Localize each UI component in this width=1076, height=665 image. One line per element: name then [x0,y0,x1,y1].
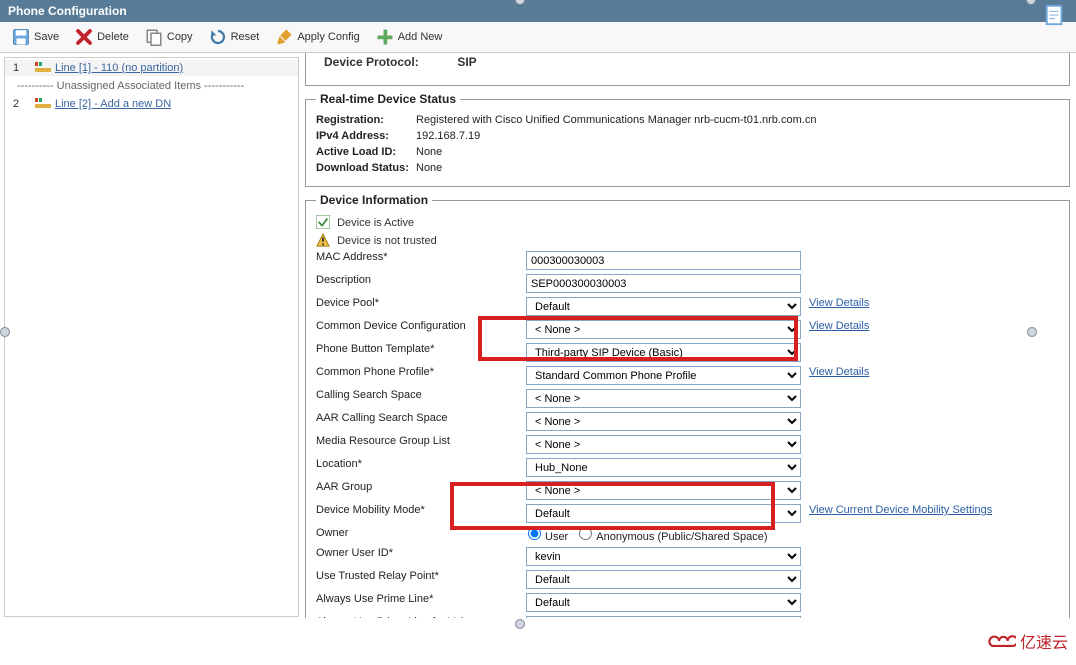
aupl-label: Always Use Prime Line* [316,593,526,612]
owner-label: Owner [316,527,526,543]
description-input[interactable] [526,274,801,293]
devicepool-select[interactable]: Default [526,297,801,316]
owner-user-radio[interactable] [528,527,541,540]
realtime-status-panel: Real-time Device Status Registration:Reg… [305,92,1070,187]
window-title: Phone Configuration [0,0,1076,22]
download-label: Download Status: [316,162,416,174]
owner-anon-label: Anonymous (Public/Shared Space) [596,531,767,543]
x-icon [75,28,93,46]
aarcss-label: AAR Calling Search Space [316,412,526,431]
line-row: 1 Line [1] - 110 (no partition) [5,60,298,76]
reset-icon [209,28,227,46]
auplvm-select[interactable]: Default [526,616,801,618]
line-row: 2 Line [2] - Add a new DN [5,96,298,112]
line-icon [33,62,55,74]
pencil-icon [275,28,293,46]
watermark-icon [988,631,1016,651]
save-button[interactable]: Save [6,26,65,48]
aargroup-select[interactable]: < None > [526,481,801,500]
plus-icon [376,28,394,46]
utrp-label: Use Trusted Relay Point* [316,570,526,589]
owner-anon-radio[interactable] [579,527,592,540]
dmm-label: Device Mobility Mode* [316,504,526,523]
row-number: 2 [13,98,33,110]
resize-handle[interactable] [0,327,10,337]
activeload-value: None [416,146,1059,158]
registration-label: Registration: [316,114,416,126]
description-label: Description [316,274,526,293]
view-mobility-link[interactable]: View Current Device Mobility Settings [809,504,992,523]
row-number: 1 [13,62,33,74]
pbt-label: Phone Button Template* [316,343,526,362]
document-icon [1044,4,1066,29]
warning-icon [316,235,334,247]
pbt-select[interactable]: Third-party SIP Device (Basic) [526,343,801,362]
activeload-label: Active Load ID: [316,146,416,158]
css-label: Calling Search Space [316,389,526,408]
aargroup-label: AAR Group [316,481,526,500]
location-select[interactable]: Hub_None [526,458,801,477]
copy-icon [145,28,163,46]
registration-value: Registered with Cisco Unified Communicat… [416,114,1059,126]
toolbar: Save Delete Copy Reset Apply Config Add … [0,22,1076,53]
resize-handle[interactable] [515,619,525,629]
reset-button[interactable]: Reset [203,26,266,48]
mac-label: MAC Address* [316,251,526,270]
copy-button[interactable]: Copy [139,26,199,48]
download-value: None [416,162,1059,174]
apply-config-button[interactable]: Apply Config [269,26,365,48]
protocol-label: Device Protocol: [324,55,454,69]
association-panel: 1 Line [1] - 110 (no partition) --------… [4,57,299,617]
add-dn-link[interactable]: Line [2] - Add a new DN [55,98,171,110]
device-active-label: Device is Active [337,217,414,229]
content-panel: Device Protocol: SIP Real-time Device St… [299,53,1076,618]
realtime-legend: Real-time Device Status [316,92,460,106]
check-icon [316,217,334,229]
view-details-link[interactable]: View Details [809,366,869,385]
add-new-button[interactable]: Add New [370,26,449,48]
devicepool-label: Device Pool* [316,297,526,316]
disk-icon [12,28,30,46]
protocol-value: SIP [457,55,476,69]
css-select[interactable]: < None > [526,389,801,408]
watermark: 亿速云 [988,629,1068,653]
device-info-panel: Device Information Device is Active Devi… [305,193,1070,618]
aupl-select[interactable]: Default [526,593,801,612]
unassigned-label: ---------- Unassigned Associated Items -… [5,76,298,96]
location-label: Location* [316,458,526,477]
utrp-select[interactable]: Default [526,570,801,589]
ipv4-label: IPv4 Address: [316,130,416,142]
device-nottrusted-label: Device is not trusted [337,235,437,247]
auplvm-label: Always Use Prime Line for Voice Message* [316,616,526,618]
mrgl-label: Media Resource Group List [316,435,526,454]
ipv4-value: 192.168.7.19 [416,130,1059,142]
cpp-select[interactable]: Standard Common Phone Profile [526,366,801,385]
delete-button[interactable]: Delete [69,26,135,48]
line-link[interactable]: Line [1] - 110 (no partition) [55,62,183,74]
ownerid-select[interactable]: kevin [526,547,801,566]
cdc-select[interactable]: < None > [526,320,801,339]
mac-input[interactable] [526,251,801,270]
device-info-legend: Device Information [316,193,432,207]
line-icon [33,98,55,110]
owner-user-label: User [545,531,568,543]
aarcss-select[interactable]: < None > [526,412,801,431]
dmm-select[interactable]: Default [526,504,801,523]
view-details-link[interactable]: View Details [809,297,869,316]
resize-handle[interactable] [1027,327,1037,337]
mrgl-select[interactable]: < None > [526,435,801,454]
ownerid-label: Owner User ID* [316,547,526,566]
cdc-label: Common Device Configuration [316,320,526,339]
cpp-label: Common Phone Profile* [316,366,526,385]
view-details-link[interactable]: View Details [809,320,869,339]
